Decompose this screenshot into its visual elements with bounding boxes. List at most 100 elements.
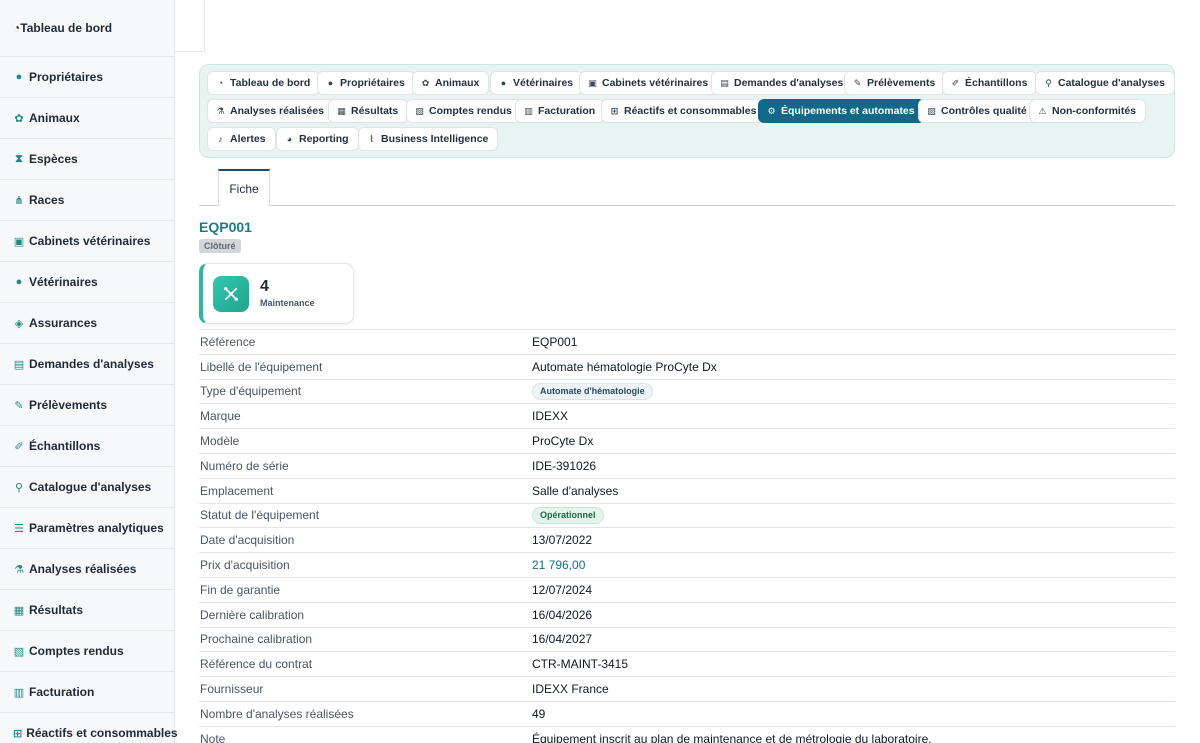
microscope-icon: ⚲ [1045, 77, 1052, 88]
detail-key: Référence [200, 334, 256, 349]
sidebar-item-races[interactable]: ⋔ Races [0, 180, 174, 221]
type-chip: Automate d'hématologie [532, 382, 653, 400]
nav-pill-reactifs[interactable]: ⊞ Réactifs et consommables [601, 99, 767, 123]
nav-pill-label: Échantillons [965, 77, 1028, 89]
nav-pill-demandes[interactable]: ▤ Demandes d'analyses [711, 71, 854, 95]
detail-table: Référence EQP001 Libellé de l'équipement A… [199, 329, 1175, 743]
sidebar-item-catalogue[interactable]: ⚲ Catalogue d'analyses [0, 467, 174, 508]
detail-row: Référence du contrat CTR-MAINT-3415 [199, 651, 1175, 676]
nav-pill-facturation[interactable]: ▥ Facturation [515, 99, 606, 123]
sidebar-item-label: Comptes rendus [29, 644, 124, 658]
nav-pill-comptes-rendus[interactable]: ▧ Comptes rendus [406, 99, 522, 123]
clipboard-check-icon: ▨ [927, 105, 936, 116]
detail-key: Libellé de l'équipement [200, 359, 323, 374]
detail-value: EQP001 [532, 334, 578, 349]
detail-row: Marque IDEXX [199, 403, 1175, 428]
nav-pill-proprietaires[interactable]: ● Propriétaires [317, 71, 415, 95]
warning-icon: ⚠ [1038, 105, 1047, 116]
nav-pill-catalogue[interactable]: ⚲ Catalogue d'analyses [1035, 71, 1175, 95]
nav-pill-label: Comptes rendus [429, 105, 512, 117]
nav-pill-resultats[interactable]: ▦ Résultats [328, 99, 409, 123]
detail-key: Nombre d'analyses réalisées [200, 706, 354, 721]
nav-pill-veterinaires[interactable]: ● Vétérinaires [490, 71, 584, 95]
nav-pill-equipements[interactable]: ⚙ Équipements et automates [758, 99, 925, 123]
file-signature-icon: ▧ [13, 645, 25, 658]
detail-value: IDEXX France [532, 682, 609, 697]
sidebar-item-echantillons[interactable]: ✐ Échantillons [0, 426, 174, 467]
detail-key: Note [200, 731, 226, 743]
detail-value: 12/07/2024 [532, 582, 593, 597]
nav-pill-label: Business Intelligence [381, 133, 489, 145]
detail-key: Marque [200, 409, 241, 424]
nav-pill-reporting[interactable]: ◕ Reporting [276, 127, 359, 151]
nav-pill-label: Vétérinaires [513, 77, 574, 89]
sidebar-item-veterinaires[interactable]: ● Vétérinaires [0, 262, 174, 303]
sidebar-item-label: Analyses réalisées [29, 562, 137, 576]
nav-pill-analyses[interactable]: ⚗ Analyses réalisées [207, 99, 334, 123]
sidebar-item-label: Espèces [29, 152, 78, 166]
detail-value: 16/04/2026 [532, 607, 593, 622]
nav-pill-label: Cabinets vétérinaires [602, 77, 709, 89]
sidebar: ◔ Tableau de bord ● Propriétaires ✿ Animau… [0, 0, 178, 743]
sidebar-item-analyses[interactable]: ⚗ Analyses réalisées [0, 549, 174, 590]
sidebar-item-label: Catalogue d'analyses [29, 480, 152, 494]
detail-key: Fin de garantie [200, 582, 281, 597]
nav-pill-tableau-de-bord[interactable]: ◔ Tableau de bord [207, 71, 321, 95]
detail-key: Dernière calibration [200, 607, 305, 622]
detail-value: IDEXX [532, 409, 569, 424]
sidebar-item-label: Vétérinaires [29, 275, 98, 289]
tab-label: Fiche [229, 181, 259, 196]
sidebar-item-label: Prélèvements [29, 398, 108, 412]
nav-pill-business-intelligence[interactable]: ⌇ Business Intelligence [358, 127, 499, 151]
detail-value: IDE-391026 [532, 458, 597, 473]
sidebar-item-especes[interactable]: ⧗ Espèces [0, 139, 174, 180]
sidebar-item-label: Paramètres analytiques [29, 521, 164, 535]
detail-key: Prix d'acquisition [200, 558, 290, 573]
nav-pill-label: Catalogue d'analyses [1058, 77, 1165, 89]
sidebar-item-label: Animaux [29, 111, 80, 125]
nav-pill-non-conformites[interactable]: ⚠ Non-conformités [1029, 99, 1146, 123]
user-doctor-icon: ● [500, 78, 507, 88]
vial-icon: ✐ [951, 77, 960, 88]
sidebar-item-label: Demandes d'analyses [29, 357, 154, 371]
sidebar-item-facturation[interactable]: ▥ Facturation [0, 672, 174, 713]
nav-pill-label: Tableau de bord [230, 77, 311, 89]
sidebar-item-assurances[interactable]: ◈ Assurances [0, 303, 174, 344]
sidebar-item-proprietaires[interactable]: ● Propriétaires [0, 57, 174, 98]
nav-pill-prelevements[interactable]: ✎ Prélèvements [844, 71, 946, 95]
microscope-icon: ⚲ [14, 481, 24, 494]
detail-key: Fournisseur [200, 682, 264, 697]
tab-fiche[interactable]: Fiche [218, 169, 270, 206]
notes-medical-icon: ▦ [337, 105, 346, 116]
detail-row: Dernière calibration 16/04/2026 [199, 601, 1175, 627]
detail-value: 13/07/2022 [532, 533, 593, 548]
detail-row: Référence EQP001 [199, 329, 1175, 354]
invoice-icon: ▥ [524, 105, 533, 116]
status-badge: Clôturé [199, 239, 241, 253]
maintenance-kpi-card[interactable]: 4 Maintenance [199, 263, 354, 324]
nav-pill-animaux[interactable]: ✿ Animaux [412, 71, 490, 95]
nav-pill-label: Réactifs et consommables [624, 105, 757, 117]
nav-pill-label: Contrôles qualité [941, 105, 1027, 117]
sidebar-item-parametres[interactable]: ☰ Paramètres analytiques [0, 508, 174, 549]
nav-pill-cabinets[interactable]: ▣ Cabinets vétérinaires [579, 71, 719, 95]
nav-pill-echantillons[interactable]: ✐ Échantillons [942, 71, 1038, 95]
clinic-icon: ▣ [13, 235, 25, 248]
sidebar-item-prelevements[interactable]: ✎ Prélèvements [0, 385, 174, 426]
nav-pill-label: Non-conformités [1052, 105, 1136, 117]
sidebar-item-animaux[interactable]: ✿ Animaux [0, 98, 174, 139]
sidebar-item-reactifs[interactable]: ⊞ Réactifs et consommables [0, 713, 178, 743]
sidebar-item-tableau-de-bord[interactable]: ◔ Tableau de bord [0, 0, 174, 57]
sidebar-item-comptes-rendus[interactable]: ▧ Comptes rendus [0, 631, 174, 672]
nav-pill-alertes[interactable]: ♪ Alertes [207, 127, 276, 151]
detail-row: Libellé de l'équipement Automate hématolo… [199, 353, 1175, 379]
sidebar-item-label: Facturation [29, 685, 95, 699]
tools-icon [213, 276, 249, 312]
sidebar-item-resultats[interactable]: ▦ Résultats [0, 590, 174, 631]
tab-bar-divider [199, 205, 1175, 206]
detail-row: Date d'acquisition 13/07/2022 [199, 527, 1175, 552]
nav-pill-controles-qualite[interactable]: ▨ Contrôles qualité [918, 99, 1037, 123]
sidebar-item-cabinets[interactable]: ▣ Cabinets vétérinaires [0, 221, 174, 262]
sidebar-item-demandes[interactable]: ▤ Demandes d'analyses [0, 344, 174, 385]
sidebar-item-label: Propriétaires [29, 70, 104, 84]
